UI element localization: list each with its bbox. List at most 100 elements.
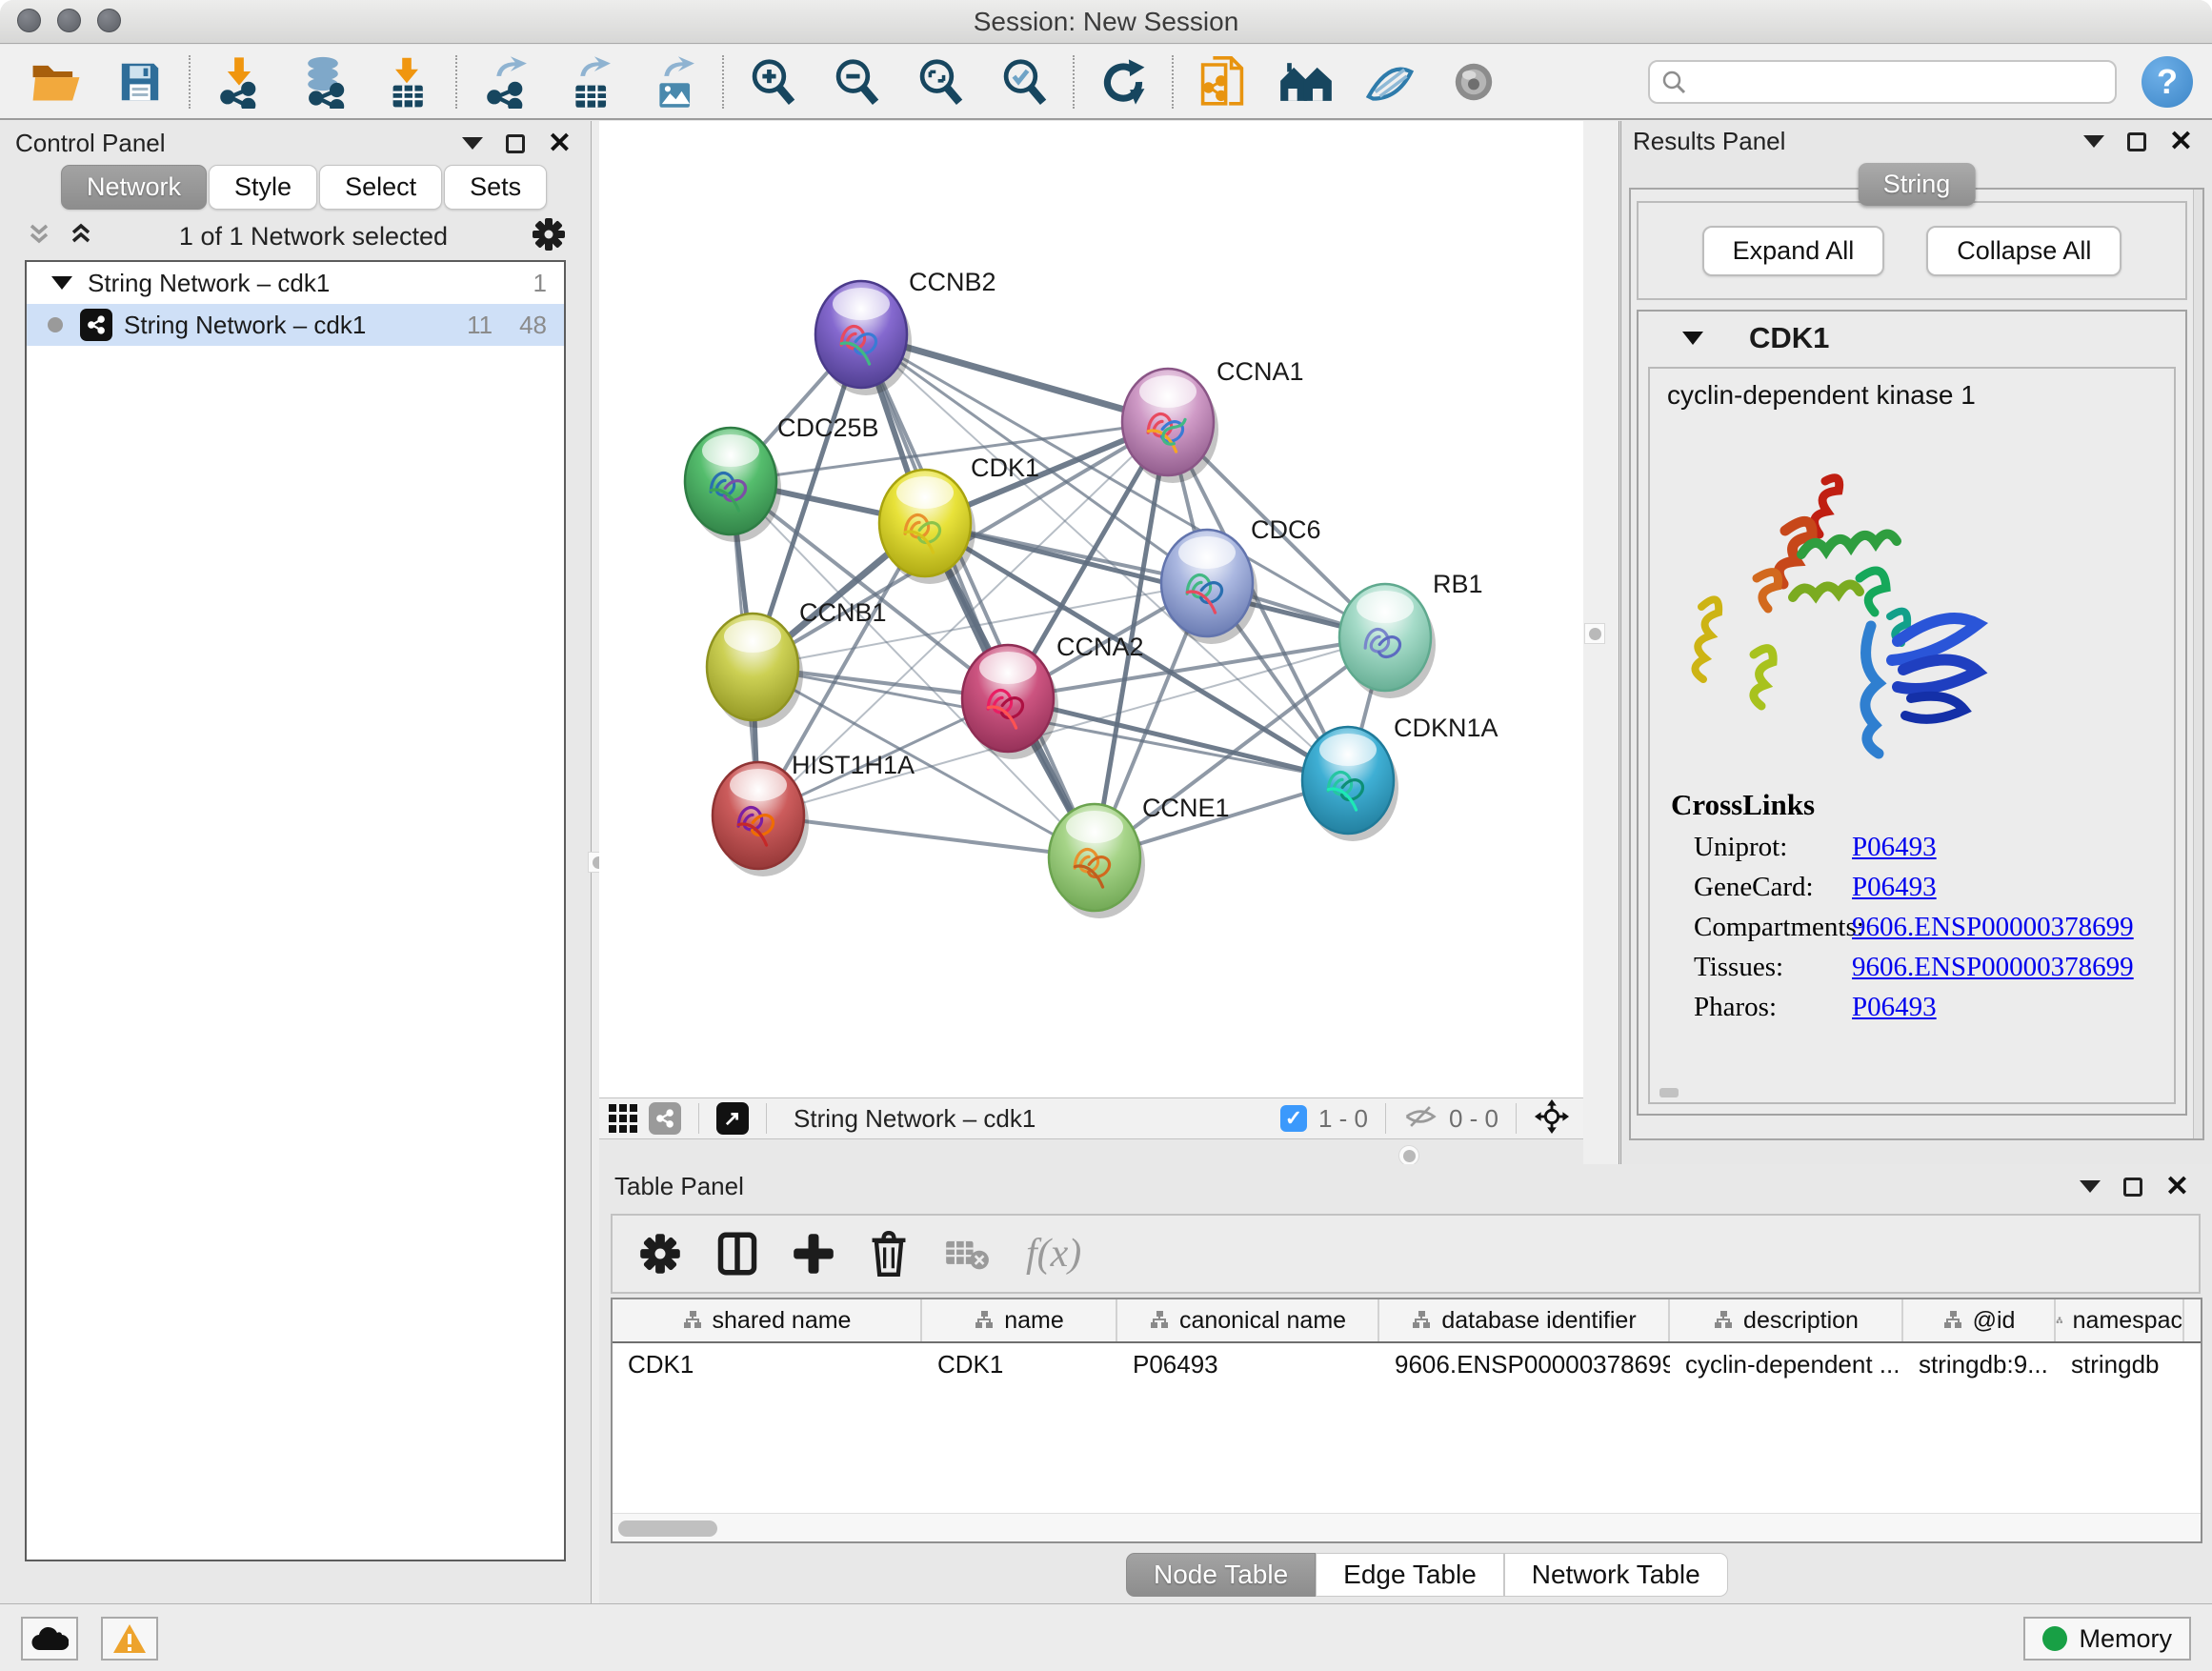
tab-network-table[interactable]: Network Table [1504, 1553, 1728, 1597]
expand-all-networks-icon[interactable] [67, 220, 95, 253]
network-node-CCNE1[interactable]: CCNE1 [1049, 794, 1230, 918]
birdseye-toggle-icon[interactable] [1534, 1098, 1570, 1139]
network-overview-icon[interactable] [649, 1102, 681, 1135]
zoom-in-icon[interactable] [745, 54, 800, 110]
close-panel-icon[interactable]: ✕ [548, 134, 572, 153]
float-panel-icon[interactable] [506, 134, 525, 153]
results-scrollbar[interactable] [2193, 190, 2202, 1138]
import-network-file-icon[interactable] [211, 54, 267, 110]
network-node-HIST1H1A[interactable]: HIST1H1A [713, 751, 915, 876]
crosslink-compartments[interactable]: 9606.ENSP00000378699 [1852, 912, 2134, 943]
column-header-namespac[interactable]: namespac [2056, 1299, 2184, 1341]
column-type-icon [1411, 1310, 1432, 1331]
help-button[interactable]: ? [2142, 56, 2193, 108]
memory-button[interactable]: Memory [2023, 1617, 2191, 1661]
tab-node-table[interactable]: Node Table [1126, 1553, 1316, 1597]
bottom-splitter-handle[interactable] [1398, 1145, 1419, 1166]
delete-table-icon[interactable] [944, 1235, 990, 1273]
export-table-icon[interactable] [562, 54, 617, 110]
import-table-file-icon[interactable] [379, 54, 434, 110]
right-splitter-handle[interactable] [1584, 623, 1605, 644]
add-column-icon[interactable] [794, 1232, 834, 1276]
network-row-selected[interactable]: String Network – cdk1 11 48 [27, 304, 564, 346]
details-scrollbar[interactable] [1659, 1088, 1679, 1097]
selected-items-checkbox[interactable]: ✓ [1280, 1105, 1307, 1132]
save-session-icon[interactable] [112, 54, 168, 110]
crosslink-uniprot[interactable]: P06493 [1852, 832, 1937, 863]
string-home-icon[interactable] [1278, 54, 1334, 110]
table-row[interactable]: CDK1CDK1P064939606.ENSP00000378699cyclin… [613, 1343, 2201, 1385]
detach-view-icon[interactable] [716, 1102, 749, 1135]
table-cell[interactable]: stringdb [2056, 1343, 2184, 1385]
zoom-selected-icon[interactable] [996, 54, 1052, 110]
network-node-CCNB1[interactable]: CCNB1 [707, 598, 887, 728]
network-view-canvas[interactable]: CCNB2CCNA1CDC25BCDK1CDC6RB1CCNB1CCNA2CDK… [599, 121, 1583, 1097]
network-node-RB1[interactable]: RB1 [1339, 570, 1483, 698]
column-header--id[interactable]: @id [1903, 1299, 2056, 1341]
collapse-all-networks-icon[interactable] [25, 220, 53, 253]
column-header-description[interactable]: description [1670, 1299, 1903, 1341]
network-node-CDC6[interactable]: CDC6 [1161, 515, 1321, 644]
gene-section-header[interactable]: CDK1 [1639, 312, 2185, 365]
table-hscrollbar[interactable] [613, 1513, 2201, 1541]
zoom-out-icon[interactable] [829, 54, 884, 110]
panel-menu-icon[interactable] [2083, 135, 2104, 148]
float-panel-icon[interactable] [2127, 132, 2146, 151]
import-network-database-icon[interactable] [295, 54, 351, 110]
table-cell[interactable]: 9606.ENSP00000378699 [1379, 1343, 1670, 1385]
network-graph[interactable]: CCNB2CCNA1CDC25BCDK1CDC6RB1CCNB1CCNA2CDK… [599, 121, 1583, 1097]
export-image-icon[interactable] [646, 54, 701, 110]
cloud-services-button[interactable] [21, 1617, 78, 1661]
search-input[interactable] [1648, 60, 2117, 104]
collapse-all-button[interactable]: Collapse All [1926, 226, 2122, 276]
warnings-button[interactable] [101, 1617, 158, 1661]
table-cell[interactable]: CDK1 [613, 1343, 922, 1385]
tab-select[interactable]: Select [319, 165, 442, 210]
string-enhance-icon[interactable] [1362, 54, 1418, 110]
network-options-gear-icon[interactable] [532, 217, 566, 256]
crosslink-tissues[interactable]: 9606.ENSP00000378699 [1852, 952, 2134, 983]
panel-menu-icon[interactable] [462, 137, 483, 150]
table-cell[interactable]: P06493 [1117, 1343, 1379, 1385]
grid-view-icon[interactable] [609, 1104, 637, 1133]
zoom-fit-icon[interactable] [913, 54, 968, 110]
gene-expander-icon[interactable] [1682, 332, 1703, 345]
function-builder-icon[interactable]: f(x) [1026, 1231, 1081, 1277]
table-options-gear-icon[interactable] [639, 1233, 681, 1275]
panel-menu-icon[interactable] [2080, 1180, 2101, 1193]
network-node-CDKN1A[interactable]: CDKN1A [1302, 714, 1498, 841]
warning-icon [111, 1622, 148, 1655]
crosslink-pharos[interactable]: P06493 [1852, 992, 1937, 1023]
expand-all-button[interactable]: Expand All [1702, 226, 1885, 276]
column-header-canonical-name[interactable]: canonical name [1117, 1299, 1379, 1341]
network-tree: String Network – cdk1 1 String Network –… [25, 260, 566, 1561]
tab-edge-table[interactable]: Edge Table [1316, 1553, 1504, 1597]
network-collection-row[interactable]: String Network – cdk1 1 [27, 262, 564, 304]
tab-style[interactable]: Style [209, 165, 317, 210]
node-label-CDK1: CDK1 [971, 453, 1039, 482]
gene-description: cyclin-dependent kinase 1 [1650, 369, 2174, 411]
column-header-shared-name[interactable]: shared name [613, 1299, 922, 1341]
table-cell[interactable]: cyclin-dependent ... [1670, 1343, 1903, 1385]
column-header-database-identifier[interactable]: database identifier [1379, 1299, 1670, 1341]
column-header-name[interactable]: name [922, 1299, 1117, 1341]
close-panel-icon[interactable]: ✕ [2169, 132, 2193, 151]
string-protein-query-icon[interactable] [1195, 54, 1250, 110]
open-session-icon[interactable] [29, 54, 84, 110]
close-panel-icon[interactable]: ✕ [2165, 1178, 2189, 1197]
node-label-CCNB1: CCNB1 [799, 598, 887, 627]
table-cell[interactable]: CDK1 [922, 1343, 1117, 1385]
tab-string[interactable]: String [1859, 163, 1976, 206]
export-network-icon[interactable] [478, 54, 533, 110]
collection-expander-icon[interactable] [51, 276, 72, 290]
tab-network[interactable]: Network [61, 165, 207, 210]
tab-sets[interactable]: Sets [444, 165, 547, 210]
string-lens-icon[interactable] [1446, 54, 1501, 110]
crosslink-genecard[interactable]: P06493 [1852, 872, 1937, 903]
table-cell[interactable]: stringdb:9... [1903, 1343, 2056, 1385]
refresh-layout-icon[interactable] [1096, 54, 1151, 110]
show-columns-icon[interactable] [717, 1232, 757, 1276]
float-panel-icon[interactable] [2123, 1178, 2142, 1197]
network-node-CDK1[interactable]: CDK1 [879, 453, 1039, 584]
delete-column-icon[interactable] [870, 1231, 908, 1277]
